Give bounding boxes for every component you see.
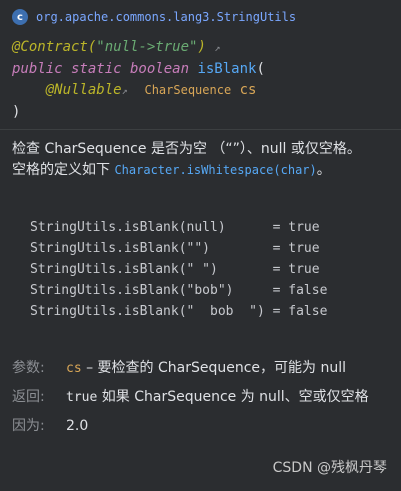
example-line: StringUtils.isBlank(null) = true	[30, 220, 320, 235]
example-line: StringUtils.isBlank(" ") = true	[30, 262, 320, 277]
class-icon: c	[12, 9, 28, 25]
method-name: isBlank	[197, 61, 257, 77]
returns-desc: 如果 CharSequence 为 null、空或仅空格	[97, 389, 369, 405]
external-link-icon[interactable]: ↗	[214, 43, 220, 54]
example-line: StringUtils.isBlank("") = true	[30, 241, 320, 256]
external-link-icon[interactable]: ↗	[122, 86, 128, 97]
description-line2-text: 空格的定义如下	[12, 162, 115, 178]
class-fqn-link[interactable]: org.apache.commons.lang3.StringUtils	[36, 10, 296, 24]
description-line2: 空格的定义如下 Character.isWhitespace(char)。	[12, 160, 391, 181]
modifiers: public static boolean	[12, 61, 198, 77]
description-line1: 检查 CharSequence 是否为空 （“”）、null 或仅空格。	[12, 141, 361, 157]
examples-code-block: StringUtils.isBlank(null) = true StringUt…	[30, 217, 327, 322]
since-value: 2.0	[66, 418, 89, 434]
contract-annotation[interactable]: @Contract	[12, 39, 88, 55]
watermark: CSDN @残枫丹琴	[272, 460, 387, 476]
returns-label: 返回:	[12, 389, 45, 405]
params-row: 参数: cs – 要检查的 CharSequence，可能为 null	[12, 358, 391, 379]
example-line: StringUtils.isBlank(" bob ") = false	[30, 304, 328, 319]
returns-row: 返回: true 如果 CharSequence 为 null、空或仅空格	[12, 387, 391, 408]
method-signature: @Contract ( "null->true") ↗ public static …	[12, 37, 265, 123]
param-type[interactable]: CharSequence	[144, 83, 231, 97]
params-desc: – 要检查的 CharSequence，可能为 null	[81, 360, 347, 376]
description: 检查 CharSequence 是否为空 （“”）、null 或仅空格。 空格的…	[12, 139, 391, 181]
since-row: 因为: 2.0	[12, 416, 391, 437]
returns-code: true	[66, 390, 98, 405]
since-label: 因为:	[12, 418, 45, 434]
param-ref: cs	[66, 361, 82, 376]
contract-close: )	[197, 39, 206, 55]
open-paren: (	[256, 61, 265, 77]
close-paren: )	[12, 104, 21, 120]
returns-value: true 如果 CharSequence 为 null、空或仅空格	[66, 387, 391, 408]
param-name: cs	[239, 82, 257, 98]
description-line2-suffix: 。	[316, 162, 331, 178]
whitespace-link[interactable]: Character.isWhitespace(char)	[114, 163, 316, 177]
nullable-annotation[interactable]: @Nullable	[46, 82, 122, 98]
divider	[0, 129, 401, 130]
params-label: 参数:	[12, 360, 45, 376]
params-value: cs – 要检查的 CharSequence，可能为 null	[66, 358, 391, 379]
doc-params: 参数: cs – 要检查的 CharSequence，可能为 null 返回: …	[12, 358, 391, 445]
contract-value: "null->true"	[96, 39, 198, 55]
doc-header: c org.apache.commons.lang3.StringUtils	[12, 8, 296, 26]
example-line: StringUtils.isBlank("bob") = false	[30, 283, 328, 298]
